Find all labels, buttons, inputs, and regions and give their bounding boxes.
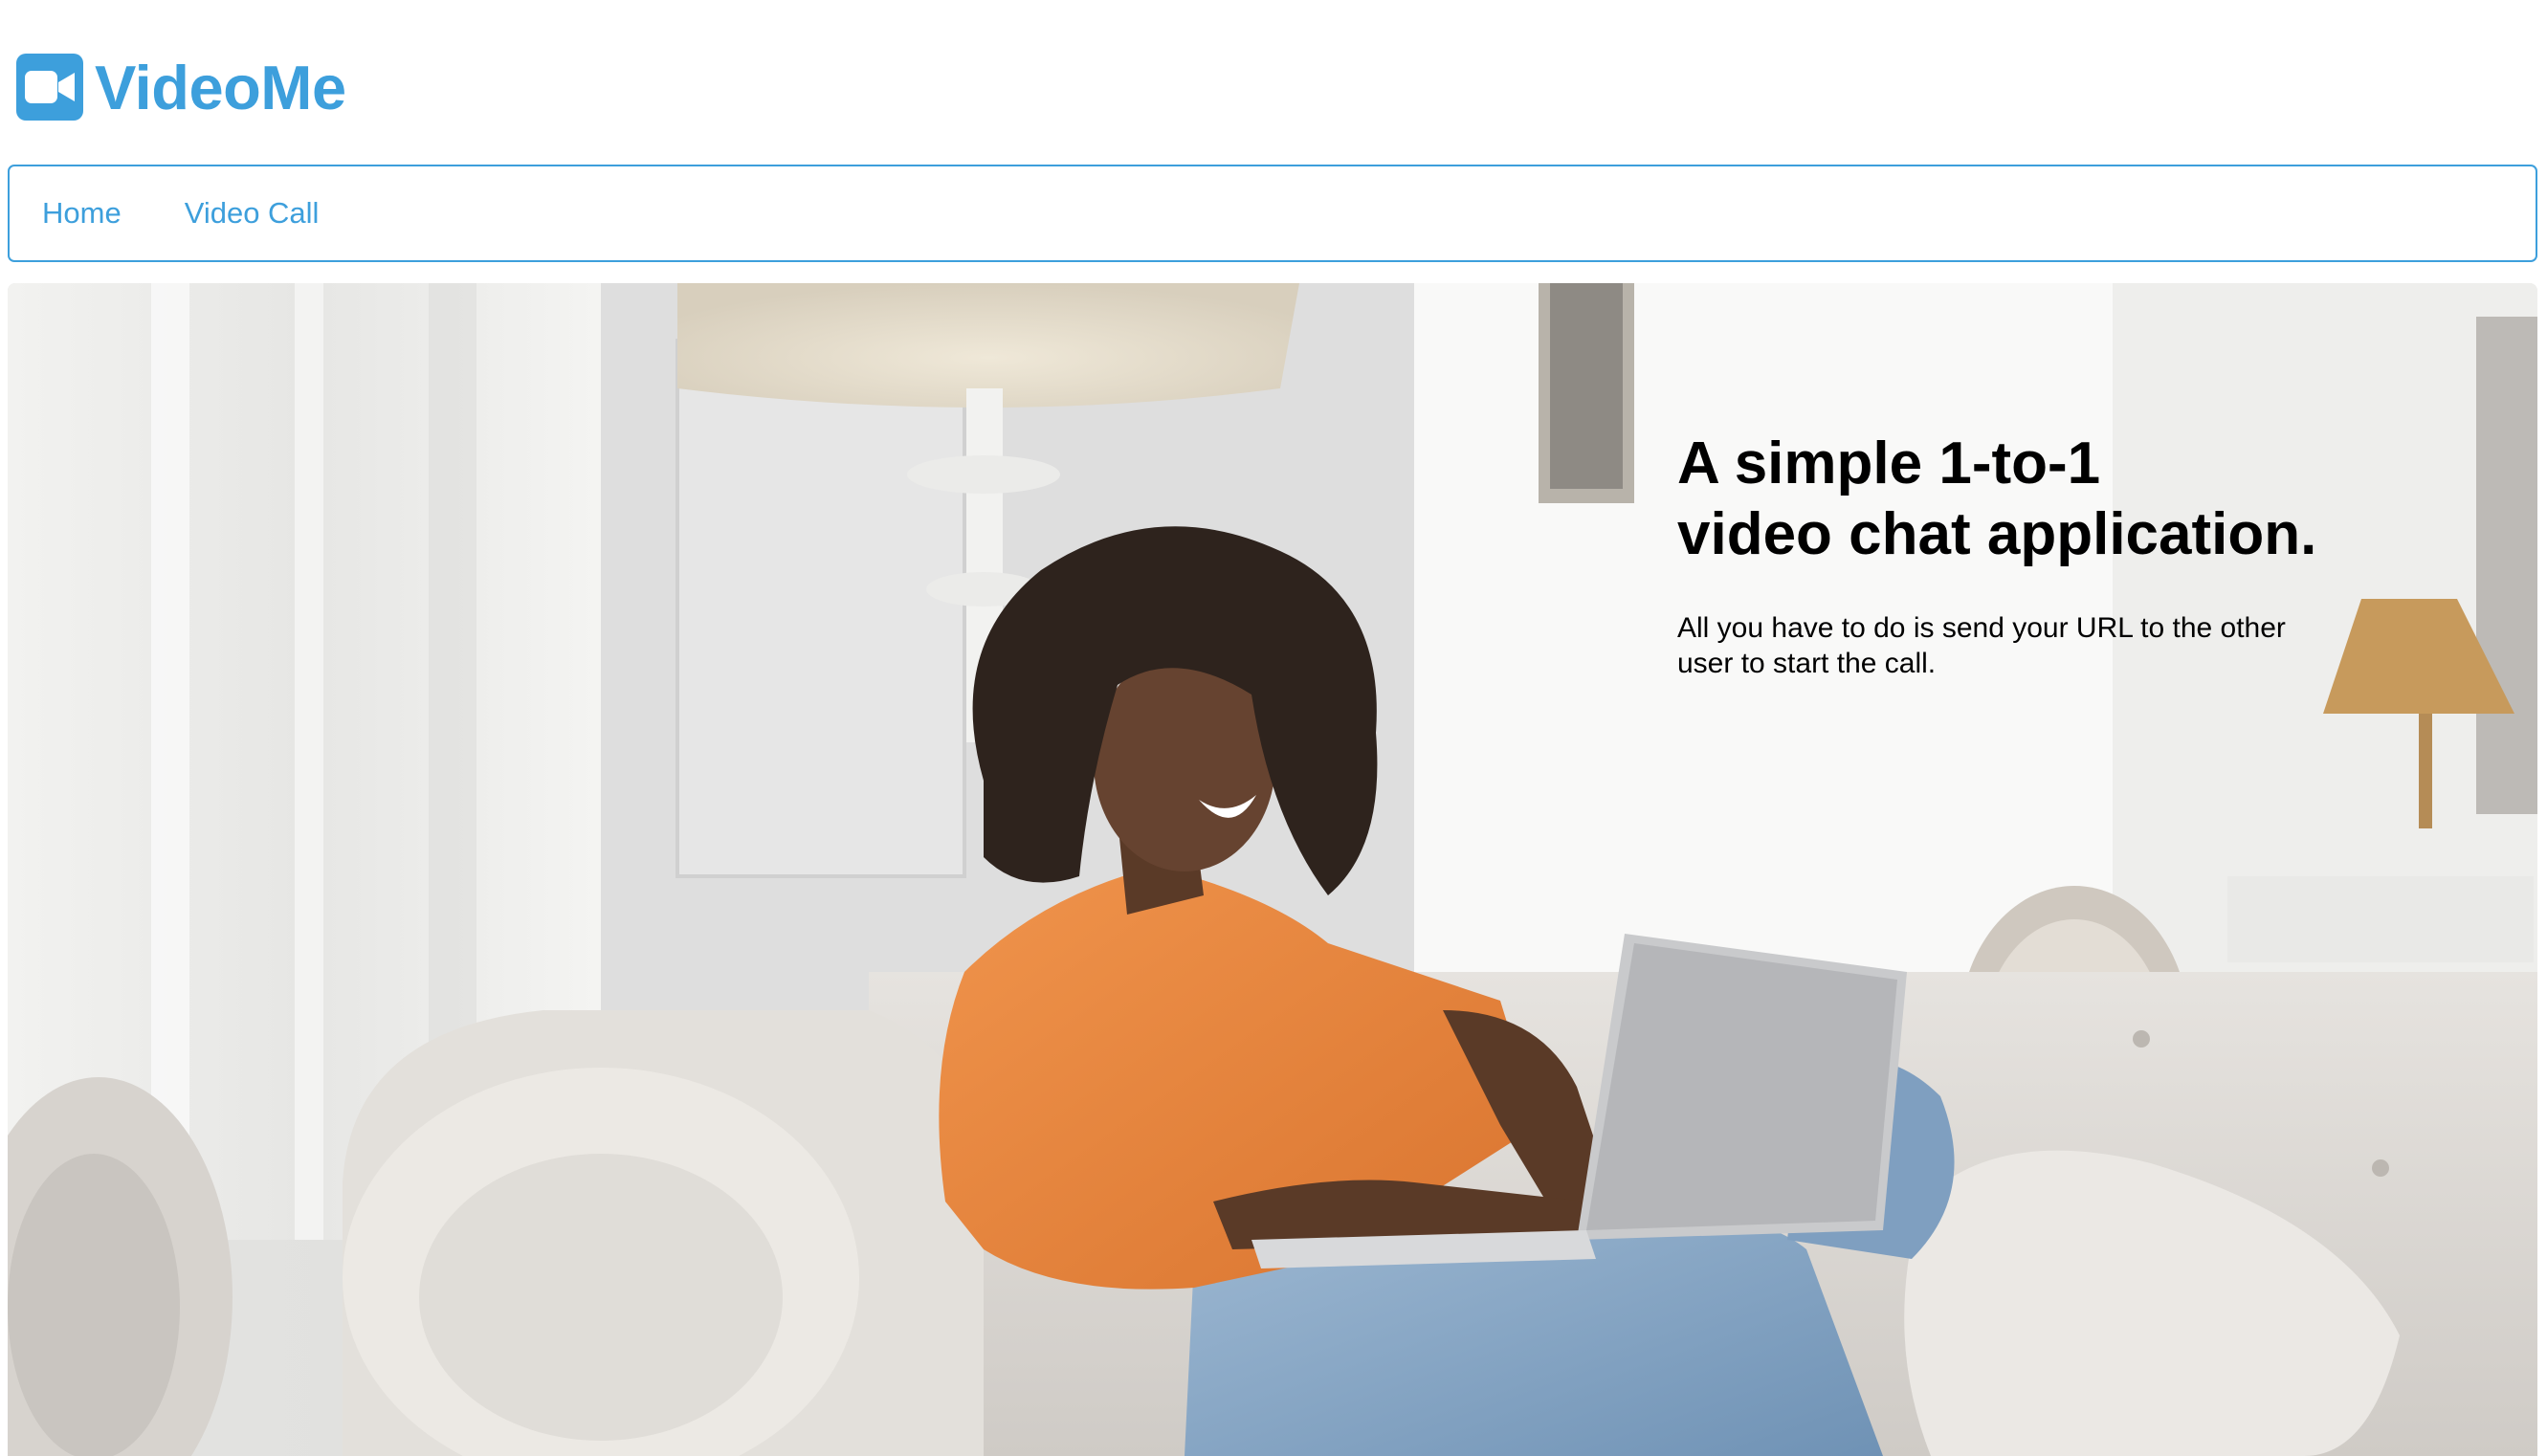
main-navigation: Home Video Call bbox=[8, 165, 2537, 262]
site-header: VideoMe bbox=[16, 52, 346, 122]
video-camera-icon bbox=[16, 54, 83, 121]
hero-title: A simple 1-to-1 video chat application. bbox=[1677, 430, 2317, 567]
brand-name[interactable]: VideoMe bbox=[95, 56, 346, 119]
nav-link-home[interactable]: Home bbox=[42, 196, 122, 231]
hero-text-block: A simple 1-to-1 video chat application. … bbox=[1677, 429, 2404, 681]
nav-link-video-call[interactable]: Video Call bbox=[185, 196, 320, 231]
hero-section: A simple 1-to-1 video chat application. … bbox=[8, 283, 2537, 1456]
hero-subtitle: All you have to do is send your URL to t… bbox=[1677, 612, 2286, 679]
